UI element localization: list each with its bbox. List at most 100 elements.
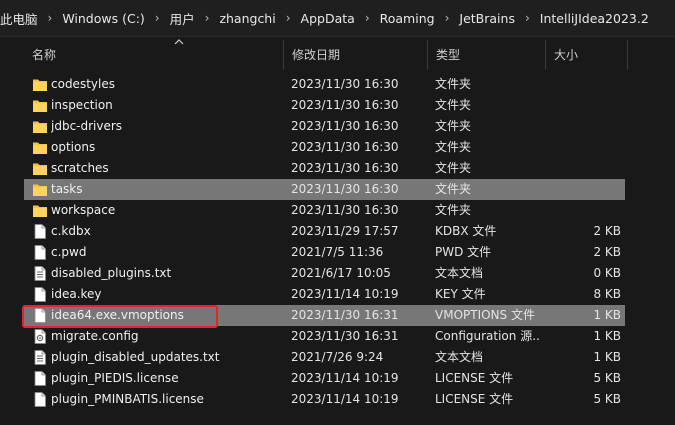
- file-name: scratches: [51, 161, 109, 175]
- file-type: 文本文档: [435, 266, 484, 280]
- file-size: 0 KB: [593, 266, 621, 280]
- file-row[interactable]: idea.key 2023/11/14 10:19 KEY 文件 8 KB: [24, 284, 625, 305]
- breadcrumb-item[interactable]: 用户: [166, 9, 199, 28]
- column-header-name[interactable]: 名称: [24, 39, 284, 70]
- file-name: plugin_PIEDIS.license: [51, 371, 179, 385]
- file-icon: [32, 286, 48, 303]
- file-modified-date: 2021/7/5 11:36: [291, 245, 384, 259]
- folder-icon: [32, 202, 48, 219]
- folder-row[interactable]: inspection 2023/11/30 16:30 文件夹: [24, 95, 625, 116]
- breadcrumb-item[interactable]: 此电脑: [0, 9, 42, 28]
- breadcrumb-separator-icon[interactable]: ›: [359, 11, 376, 25]
- breadcrumb-separator-icon[interactable]: ›: [280, 11, 297, 25]
- file-icon: [32, 370, 48, 387]
- folder-row[interactable]: codestyles 2023/11/30 16:30 文件夹: [24, 74, 625, 95]
- file-name: idea.key: [51, 287, 102, 301]
- breadcrumb-separator-icon[interactable]: ›: [149, 11, 166, 25]
- address-bar[interactable]: 此电脑 › Windows (C:) › 用户 › zhangchi › AppData › Roa…: [0, 0, 675, 37]
- file-name: options: [51, 140, 96, 154]
- file-size: [544, 158, 621, 179]
- column-header-size[interactable]: 大小: [546, 40, 628, 70]
- folder-row[interactable]: scratches 2023/11/30 16:30 文件夹: [24, 158, 625, 179]
- column-header-type-label: 类型: [436, 48, 461, 62]
- file-modified-date: 2023/11/14 10:19: [291, 392, 399, 406]
- column-header-size-label: 大小: [554, 48, 579, 62]
- file-size: 2 KB: [593, 245, 621, 259]
- file-modified-date: 2023/11/30 16:30: [291, 98, 399, 112]
- file-type: KEY 文件: [435, 287, 486, 301]
- file-size: 8 KB: [593, 287, 621, 301]
- file-type: 文件夹: [435, 98, 472, 112]
- folder-row[interactable]: jdbc-drivers 2023/11/30 16:30 文件夹: [24, 116, 625, 137]
- breadcrumb-item[interactable]: JetBrains: [455, 11, 519, 26]
- file-row[interactable]: migrate.config 2023/11/30 16:31 Configurat…: [24, 326, 625, 347]
- file-type: 文件夹: [435, 161, 472, 175]
- file-row[interactable]: disabled_plugins.txt 2021/6/17 10:05 文本文档 0…: [24, 263, 625, 284]
- file-modified-date: 2023/11/29 17:57: [291, 224, 399, 238]
- file-row[interactable]: plugin_PIEDIS.license 2023/11/14 10:19 LIC…: [24, 368, 625, 389]
- file-name: jdbc-drivers: [51, 119, 123, 133]
- text-file-icon: [32, 265, 48, 282]
- file-row[interactable]: c.kdbx 2023/11/29 17:57 KDBX 文件 2 KB: [24, 221, 625, 242]
- file-type: 文件夹: [435, 182, 472, 196]
- file-row[interactable]: idea64.exe.vmoptions 2023/11/30 16:31 VMOP…: [24, 305, 625, 326]
- file-modified-date: 2023/11/30 16:30: [291, 203, 399, 217]
- column-header-row: 名称 修改日期 类型 大小: [0, 39, 675, 70]
- breadcrumb-item[interactable]: zhangchi: [215, 11, 279, 26]
- text-file-icon: [32, 349, 48, 366]
- folder-row[interactable]: tasks 2023/11/30 16:30 文件夹: [24, 179, 625, 200]
- file-name: disabled_plugins.txt: [51, 266, 172, 280]
- file-type: 文件夹: [435, 77, 472, 91]
- column-header-type[interactable]: 类型: [428, 40, 546, 70]
- file-type: 文件夹: [435, 203, 472, 217]
- breadcrumb-separator-icon[interactable]: ›: [519, 11, 536, 25]
- file-size: [544, 74, 621, 95]
- breadcrumb-separator-icon[interactable]: ›: [42, 11, 59, 25]
- file-modified-date: 2023/11/30 16:31: [291, 308, 399, 322]
- file-size: 5 KB: [593, 392, 621, 406]
- column-header-date[interactable]: 修改日期: [284, 40, 428, 70]
- file-modified-date: 2023/11/30 16:30: [291, 77, 399, 91]
- folder-icon: [32, 160, 48, 177]
- file-icon: [32, 223, 48, 240]
- breadcrumb-item[interactable]: Roaming: [376, 11, 439, 26]
- file-size: 1 KB: [593, 329, 621, 343]
- file-name: tasks: [51, 182, 83, 196]
- folder-icon: [32, 118, 48, 135]
- file-modified-date: 2023/11/30 16:30: [291, 119, 399, 133]
- file-size: 2 KB: [593, 224, 621, 238]
- breadcrumb-item[interactable]: AppData: [297, 11, 359, 26]
- breadcrumb-separator-icon[interactable]: ›: [439, 11, 456, 25]
- folder-icon: [32, 181, 48, 198]
- folder-row[interactable]: workspace 2023/11/30 16:30 文件夹: [24, 200, 625, 221]
- file-size: [544, 116, 621, 137]
- file-type: 文本文档: [435, 350, 484, 364]
- file-size: [544, 179, 621, 200]
- file-type: LICENSE 文件: [435, 392, 514, 406]
- file-modified-date: 2023/11/14 10:19: [291, 371, 399, 385]
- column-header-date-label: 修改日期: [292, 48, 341, 62]
- file-row[interactable]: plugin_disabled_updates.txt 2021/7/26 9:2…: [24, 347, 625, 368]
- file-type: Configuration 源...: [435, 329, 541, 343]
- breadcrumb-separator-icon[interactable]: ›: [199, 11, 216, 25]
- file-row[interactable]: c.pwd 2021/7/5 11:36 PWD 文件 2 KB: [24, 242, 625, 263]
- file-name: inspection: [51, 98, 113, 112]
- file-row[interactable]: plugin_PMINBATIS.license 2023/11/14 10:19…: [24, 389, 625, 410]
- file-size: 5 KB: [593, 371, 621, 385]
- file-size: [544, 137, 621, 158]
- file-type: PWD 文件: [435, 245, 492, 259]
- folder-row[interactable]: options 2023/11/30 16:30 文件夹: [24, 137, 625, 158]
- file-modified-date: 2023/11/30 16:30: [291, 140, 399, 154]
- file-size: [544, 95, 621, 116]
- file-modified-date: 2023/11/14 10:19: [291, 287, 399, 301]
- folder-icon: [32, 97, 48, 114]
- breadcrumb-item[interactable]: Windows (C:): [58, 11, 148, 26]
- breadcrumb-item[interactable]: IntelliJIdea2023.2: [536, 11, 653, 26]
- file-name: codestyles: [51, 77, 115, 91]
- file-name: plugin_PMINBATIS.license: [51, 392, 204, 406]
- file-modified-date: 2021/6/17 10:05: [291, 266, 391, 280]
- file-type: KDBX 文件: [435, 224, 497, 238]
- file-type: 文件夹: [435, 119, 472, 133]
- file-type: VMOPTIONS 文件: [435, 308, 535, 322]
- config-file-icon: [32, 328, 48, 345]
